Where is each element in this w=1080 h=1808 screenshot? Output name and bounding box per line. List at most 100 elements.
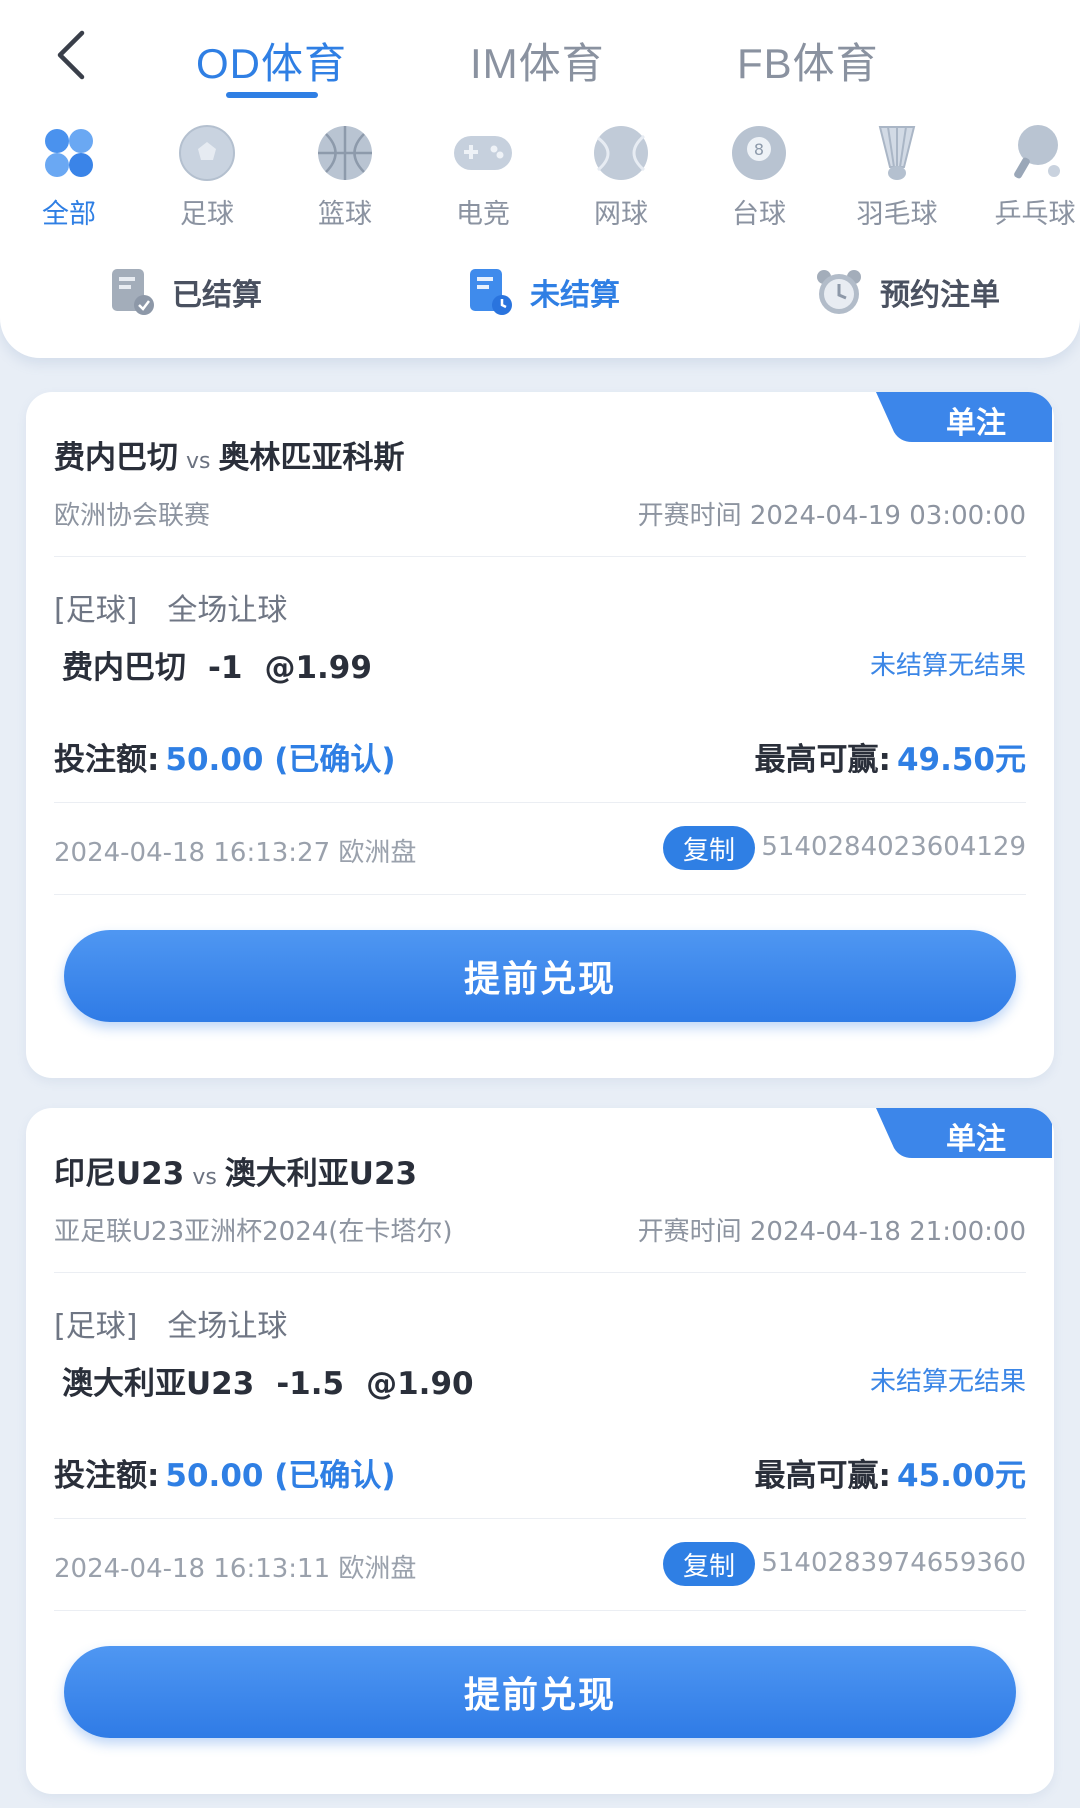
unsettled-doc-icon bbox=[470, 269, 512, 315]
active-tab-indicator bbox=[226, 92, 318, 98]
sport-tag: [足球] bbox=[54, 593, 138, 628]
tab-od-sports[interactable]: OD体育 bbox=[196, 30, 347, 91]
selection-odds: @1.99 bbox=[264, 650, 372, 686]
order-number: 5140283974659360 bbox=[761, 1548, 1026, 1578]
copy-button[interactable]: 复制 bbox=[663, 826, 755, 870]
bet-placed-time: 2024-04-18 16:13:27 欧洲盘 bbox=[54, 838, 417, 868]
cash-out-button[interactable]: 提前兑现 bbox=[64, 930, 1016, 1022]
selection-odds: @1.90 bbox=[366, 1366, 474, 1402]
settlement-status: 未结算无结果 bbox=[869, 1367, 1026, 1397]
home-team: 印尼U23 bbox=[54, 1156, 185, 1192]
shuttlecock-icon bbox=[866, 122, 928, 184]
stake-label: 投注额: bbox=[54, 742, 160, 778]
sport-item-table-tennis[interactable]: 乒乓球 bbox=[980, 122, 1080, 232]
sport-tag: [足球] bbox=[54, 1309, 138, 1344]
selection-team: 费内巴切 bbox=[62, 650, 186, 686]
bet-type-badge: 单注 bbox=[876, 392, 1052, 442]
away-team: 奥林匹亚科斯 bbox=[218, 440, 405, 476]
selection-line: -1.5 bbox=[276, 1366, 345, 1402]
max-win-value: 49.50元 bbox=[896, 742, 1026, 778]
start-time: 开赛时间 2024-04-19 03:00:00 bbox=[637, 501, 1026, 531]
divider bbox=[54, 1610, 1026, 1611]
bet-type-badge: 单注 bbox=[876, 1108, 1052, 1158]
settlement-status: 未结算无结果 bbox=[869, 651, 1026, 681]
bet-card: 单注 印尼U23 vs 澳大利亚U23 亚足联U23亚洲杯2024(在卡塔尔) 开赛… bbox=[26, 1108, 1054, 1794]
sport-item-label: 乒乓球 bbox=[994, 199, 1076, 230]
filter-label: 未结算 bbox=[530, 278, 620, 313]
stake: 投注额: 50.00 (已确认) bbox=[54, 1450, 396, 1495]
divider bbox=[54, 802, 1026, 803]
filter-label: 已结算 bbox=[172, 278, 262, 313]
ping-pong-icon bbox=[1004, 122, 1066, 184]
market-info: [足球] 全场让球 bbox=[54, 1301, 287, 1345]
filter-settled[interactable]: 已结算 bbox=[110, 262, 262, 322]
filter-unsettled[interactable]: 未结算 bbox=[468, 262, 620, 322]
header-panel: OD体育 IM体育 FB体育 全部 足球 篮球 电竞 网球 8 台球 羽毛球 乒… bbox=[0, 0, 1080, 358]
alarm-clock-icon bbox=[817, 270, 861, 314]
sport-item-label: 全部 bbox=[42, 199, 96, 230]
sport-item-label: 网球 bbox=[594, 199, 648, 230]
bet-placed-time: 2024-04-18 16:13:11 欧洲盘 bbox=[54, 1554, 417, 1584]
sport-item-tennis[interactable]: 网球 bbox=[566, 122, 676, 232]
gamepad-icon bbox=[452, 122, 514, 184]
stake-label: 投注额: bbox=[54, 1458, 160, 1494]
market-name: 全场让球 bbox=[167, 1309, 288, 1344]
vs-label: vs bbox=[186, 449, 211, 474]
stake: 投注额: 50.00 (已确认) bbox=[54, 734, 396, 779]
sport-item-label: 电竞 bbox=[456, 199, 510, 230]
sport-item-all[interactable]: 全部 bbox=[14, 122, 124, 232]
sport-item-soccer[interactable]: 足球 bbox=[152, 122, 262, 232]
max-win: 最高可赢: 45.00元 bbox=[755, 1450, 1026, 1495]
basketball-icon bbox=[314, 122, 376, 184]
match-title: 费内巴切 vs 奥林匹亚科斯 bbox=[54, 432, 404, 477]
selection-line: -1 bbox=[208, 650, 243, 686]
bet-card: 单注 费内巴切 vs 奥林匹亚科斯 欧洲协会联赛 开赛时间 2024-04-19 0… bbox=[26, 392, 1054, 1078]
sport-item-label: 篮球 bbox=[318, 199, 372, 230]
selection: 澳大利亚U23 -1.5 @1.90 bbox=[62, 1358, 496, 1403]
divider bbox=[54, 556, 1026, 557]
league-name: 亚足联U23亚洲杯2024(在卡塔尔) bbox=[54, 1217, 453, 1247]
home-team: 费内巴切 bbox=[54, 440, 178, 476]
bet-type-label: 单注 bbox=[946, 1122, 1006, 1157]
max-win-label: 最高可赢: bbox=[754, 742, 891, 778]
provider-tabs: OD体育 IM体育 FB体育 bbox=[0, 0, 1080, 110]
start-time: 开赛时间 2024-04-18 21:00:00 bbox=[637, 1217, 1026, 1247]
sport-item-label: 台球 bbox=[732, 199, 786, 230]
max-win-value: 45.00元 bbox=[896, 1458, 1026, 1494]
sport-item-billiards[interactable]: 8 台球 bbox=[704, 122, 814, 232]
billiard-ball-icon: 8 bbox=[728, 122, 790, 184]
sport-item-label: 足球 bbox=[180, 199, 234, 230]
divider bbox=[54, 1272, 1026, 1273]
filter-scheduled[interactable]: 预约注单 bbox=[814, 262, 1000, 322]
stake-value: 50.00 (已确认) bbox=[165, 742, 396, 778]
league-name: 欧洲协会联赛 bbox=[54, 501, 211, 531]
sport-item-label: 羽毛球 bbox=[856, 199, 938, 230]
max-win-label: 最高可赢: bbox=[754, 1458, 891, 1494]
match-title: 印尼U23 vs 澳大利亚U23 bbox=[54, 1148, 417, 1193]
sport-item-basketball[interactable]: 篮球 bbox=[290, 122, 400, 232]
market-name: 全场让球 bbox=[167, 593, 288, 628]
tennis-ball-icon bbox=[590, 122, 652, 184]
divider bbox=[54, 1518, 1026, 1519]
vs-label: vs bbox=[192, 1165, 217, 1190]
cash-out-button[interactable]: 提前兑现 bbox=[64, 1646, 1016, 1738]
all-grid-icon bbox=[38, 122, 100, 184]
soccer-ball-icon bbox=[176, 122, 238, 184]
sport-item-esports[interactable]: 电竞 bbox=[428, 122, 538, 232]
settled-doc-icon bbox=[112, 269, 154, 315]
filter-label: 预约注单 bbox=[880, 278, 1000, 313]
copy-button[interactable]: 复制 bbox=[663, 1542, 755, 1586]
sport-filter-bar: 全部 足球 篮球 电竞 网球 8 台球 羽毛球 乒乓球 bbox=[0, 122, 1080, 232]
divider bbox=[54, 894, 1026, 895]
market-info: [足球] 全场让球 bbox=[54, 585, 287, 629]
bet-type-label: 单注 bbox=[946, 406, 1006, 441]
selection: 费内巴切 -1 @1.99 bbox=[62, 642, 394, 687]
sport-item-badminton[interactable]: 羽毛球 bbox=[842, 122, 952, 232]
selection-team: 澳大利亚U23 bbox=[62, 1366, 255, 1402]
tab-fb-sports[interactable]: FB体育 bbox=[737, 30, 879, 91]
order-number: 5140284023604129 bbox=[761, 832, 1026, 862]
tab-im-sports[interactable]: IM体育 bbox=[470, 30, 605, 91]
status-filter-bar: 已结算 未结算 预约注单 bbox=[0, 262, 1080, 322]
svg-text:8: 8 bbox=[754, 140, 764, 159]
stake-value: 50.00 (已确认) bbox=[165, 1458, 396, 1494]
